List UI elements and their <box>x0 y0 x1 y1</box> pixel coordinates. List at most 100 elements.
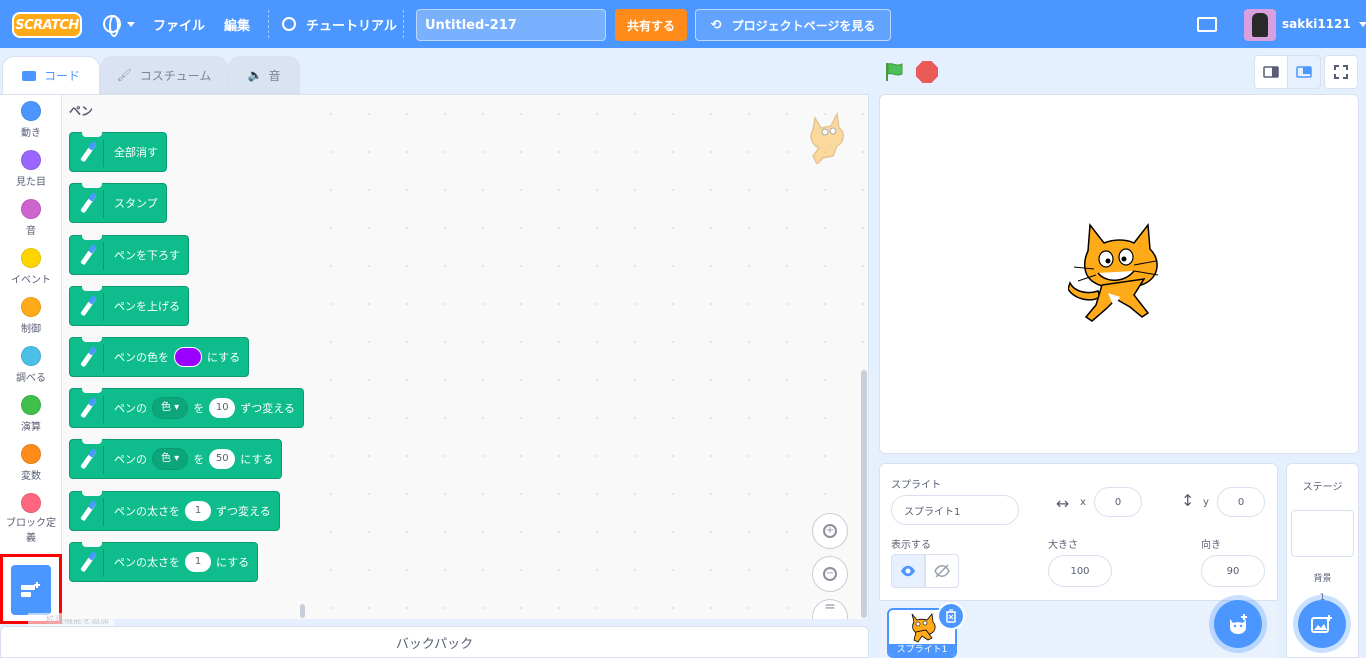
tab-sounds-label: 音 <box>268 68 281 83</box>
pen-icon <box>76 293 104 321</box>
zoom-out-button[interactable]: − <box>812 556 848 592</box>
add-extension-icon <box>11 565 51 615</box>
menu-divider <box>268 10 269 38</box>
sprite-name-input[interactable]: スプライト1 <box>891 495 1019 525</box>
tab-code[interactable]: コード <box>2 56 100 94</box>
file-menu[interactable]: ファイル <box>153 0 205 48</box>
pen-stamp-block[interactable]: スタンプ <box>69 183 167 223</box>
category-label: 演算 <box>21 422 41 433</box>
category-events[interactable]: イベント <box>0 248 62 286</box>
change-pen-size-block[interactable]: ペンの太さを 1 ずつ変える <box>69 491 280 531</box>
zoom-out-icon: − <box>823 567 837 581</box>
language-menu[interactable] <box>103 0 135 48</box>
tab-code-label: コード <box>43 69 80 83</box>
project-title-input[interactable] <box>416 9 606 41</box>
stage-thumbnail[interactable] <box>1291 510 1354 557</box>
pen-color-swatch[interactable] <box>174 347 202 367</box>
category-variables[interactable]: 変数 <box>0 444 62 482</box>
image-plus-icon <box>1311 615 1332 633</box>
backpack[interactable]: バックパック <box>0 626 869 658</box>
tab-costumes[interactable]: 🖌 コスチューム <box>100 56 228 94</box>
workspace-scrollbar[interactable] <box>861 370 867 618</box>
block-label: 全部消す <box>114 146 158 159</box>
tutorials-menu[interactable]: チュートリアル <box>282 0 397 48</box>
script-workspace[interactable] <box>312 94 869 619</box>
x-label: x <box>1080 497 1086 508</box>
category-dot-icon <box>21 297 41 317</box>
tab-sounds[interactable]: 🔈 音 <box>228 56 300 94</box>
direction-input[interactable]: 90 <box>1201 555 1265 587</box>
pen-up-block[interactable]: ペンを上げる <box>69 286 189 326</box>
x-position-input[interactable]: 0 <box>1094 487 1142 517</box>
hide-sprite-button[interactable] <box>925 554 959 588</box>
number-input[interactable]: 1 <box>185 552 211 572</box>
change-pen-param-block[interactable]: ペンの 色 ▾ を 10 ずつ変える <box>69 388 304 428</box>
number-input[interactable]: 1 <box>185 501 211 521</box>
my-stuff-folder-icon[interactable] <box>1197 17 1217 32</box>
large-stage-button[interactable] <box>1287 55 1321 89</box>
globe-icon <box>103 15 121 37</box>
block-label: スタンプ <box>114 197 158 210</box>
number-input[interactable]: 50 <box>209 449 236 469</box>
fullscreen-icon <box>1334 65 1348 79</box>
block-label: ずつ変える <box>240 402 295 415</box>
pen-clear-block[interactable]: 全部消す <box>69 132 167 172</box>
brush-icon: 🖌 <box>116 68 132 82</box>
number-input[interactable]: 10 <box>209 398 236 418</box>
delete-sprite-button[interactable] <box>937 602 965 630</box>
green-flag-icon[interactable] <box>884 62 906 82</box>
large-stage-icon <box>1296 66 1312 78</box>
block-label: にする <box>240 453 274 466</box>
category-dot-icon <box>21 395 41 415</box>
small-stage-icon <box>1263 66 1279 78</box>
pen-icon <box>76 190 104 218</box>
set-pen-color-block[interactable]: ペンの色を にする <box>69 337 250 377</box>
block-label: ペンの太さを <box>114 556 180 569</box>
category-label: イベント <box>11 275 51 286</box>
scratch-logo[interactable]: SCRATCH <box>12 12 82 38</box>
account-menu[interactable]: sakki1121 <box>1282 0 1366 48</box>
pen-down-block[interactable]: ペンを下ろす <box>69 235 189 275</box>
set-pen-param-block[interactable]: ペンの 色 ▾ を 50 にする <box>69 439 283 479</box>
palette-scrollbar[interactable] <box>300 604 305 618</box>
category-motion[interactable]: 動き <box>0 101 62 139</box>
block-label: ペンの <box>114 453 147 466</box>
see-project-page-label: プロジェクトページを見る <box>731 18 876 33</box>
edit-menu[interactable]: 編集 <box>224 0 250 48</box>
pen-param-dropdown[interactable]: 色 ▾ <box>152 448 189 470</box>
show-sprite-button[interactable] <box>891 554 925 588</box>
category-my-blocks[interactable]: ブロック定義 <box>0 493 62 546</box>
category-control[interactable]: 制御 <box>0 297 62 335</box>
category-looks[interactable]: 見た目 <box>0 150 62 188</box>
backdrops-label: 背景 <box>1313 574 1332 584</box>
choose-backdrop-button[interactable] <box>1298 600 1346 648</box>
share-button[interactable]: 共有する <box>615 9 687 41</box>
stage-canvas[interactable] <box>879 94 1359 454</box>
pen-icon <box>76 344 104 372</box>
tab-costumes-label: コスチューム <box>139 68 212 83</box>
stage-pane-title: ステージ <box>1302 482 1343 493</box>
block-label: ペンの <box>114 402 147 415</box>
set-pen-size-block[interactable]: ペンの太さを 1 にする <box>69 542 259 582</box>
speaker-icon: 🔈 <box>247 68 263 82</box>
small-stage-button[interactable] <box>1254 55 1288 89</box>
zoom-in-button[interactable]: + <box>812 513 848 549</box>
block-label: ペンの太さを <box>114 505 180 518</box>
category-sensing[interactable]: 調べる <box>0 346 62 384</box>
fullscreen-button[interactable] <box>1324 55 1358 89</box>
see-project-page-button[interactable]: ⟲ プロジェクトページを見る <box>695 9 891 41</box>
chevron-down-icon <box>1358 21 1366 27</box>
sprite-thumbnail <box>911 613 936 643</box>
size-input[interactable]: 100 <box>1048 555 1112 587</box>
stop-icon[interactable] <box>916 61 938 83</box>
pen-icon <box>76 242 104 270</box>
choose-sprite-button[interactable] <box>1214 600 1262 648</box>
category-sound[interactable]: 音 <box>0 199 62 237</box>
palette-category-title: ペン <box>69 104 94 118</box>
cat-sprite[interactable] <box>1068 221 1172 327</box>
trash-icon <box>946 609 956 623</box>
user-avatar[interactable] <box>1244 9 1276 41</box>
pen-param-dropdown[interactable]: 色 ▾ <box>152 397 189 419</box>
category-operators[interactable]: 演算 <box>0 395 62 433</box>
y-position-input[interactable]: 0 <box>1217 487 1265 517</box>
